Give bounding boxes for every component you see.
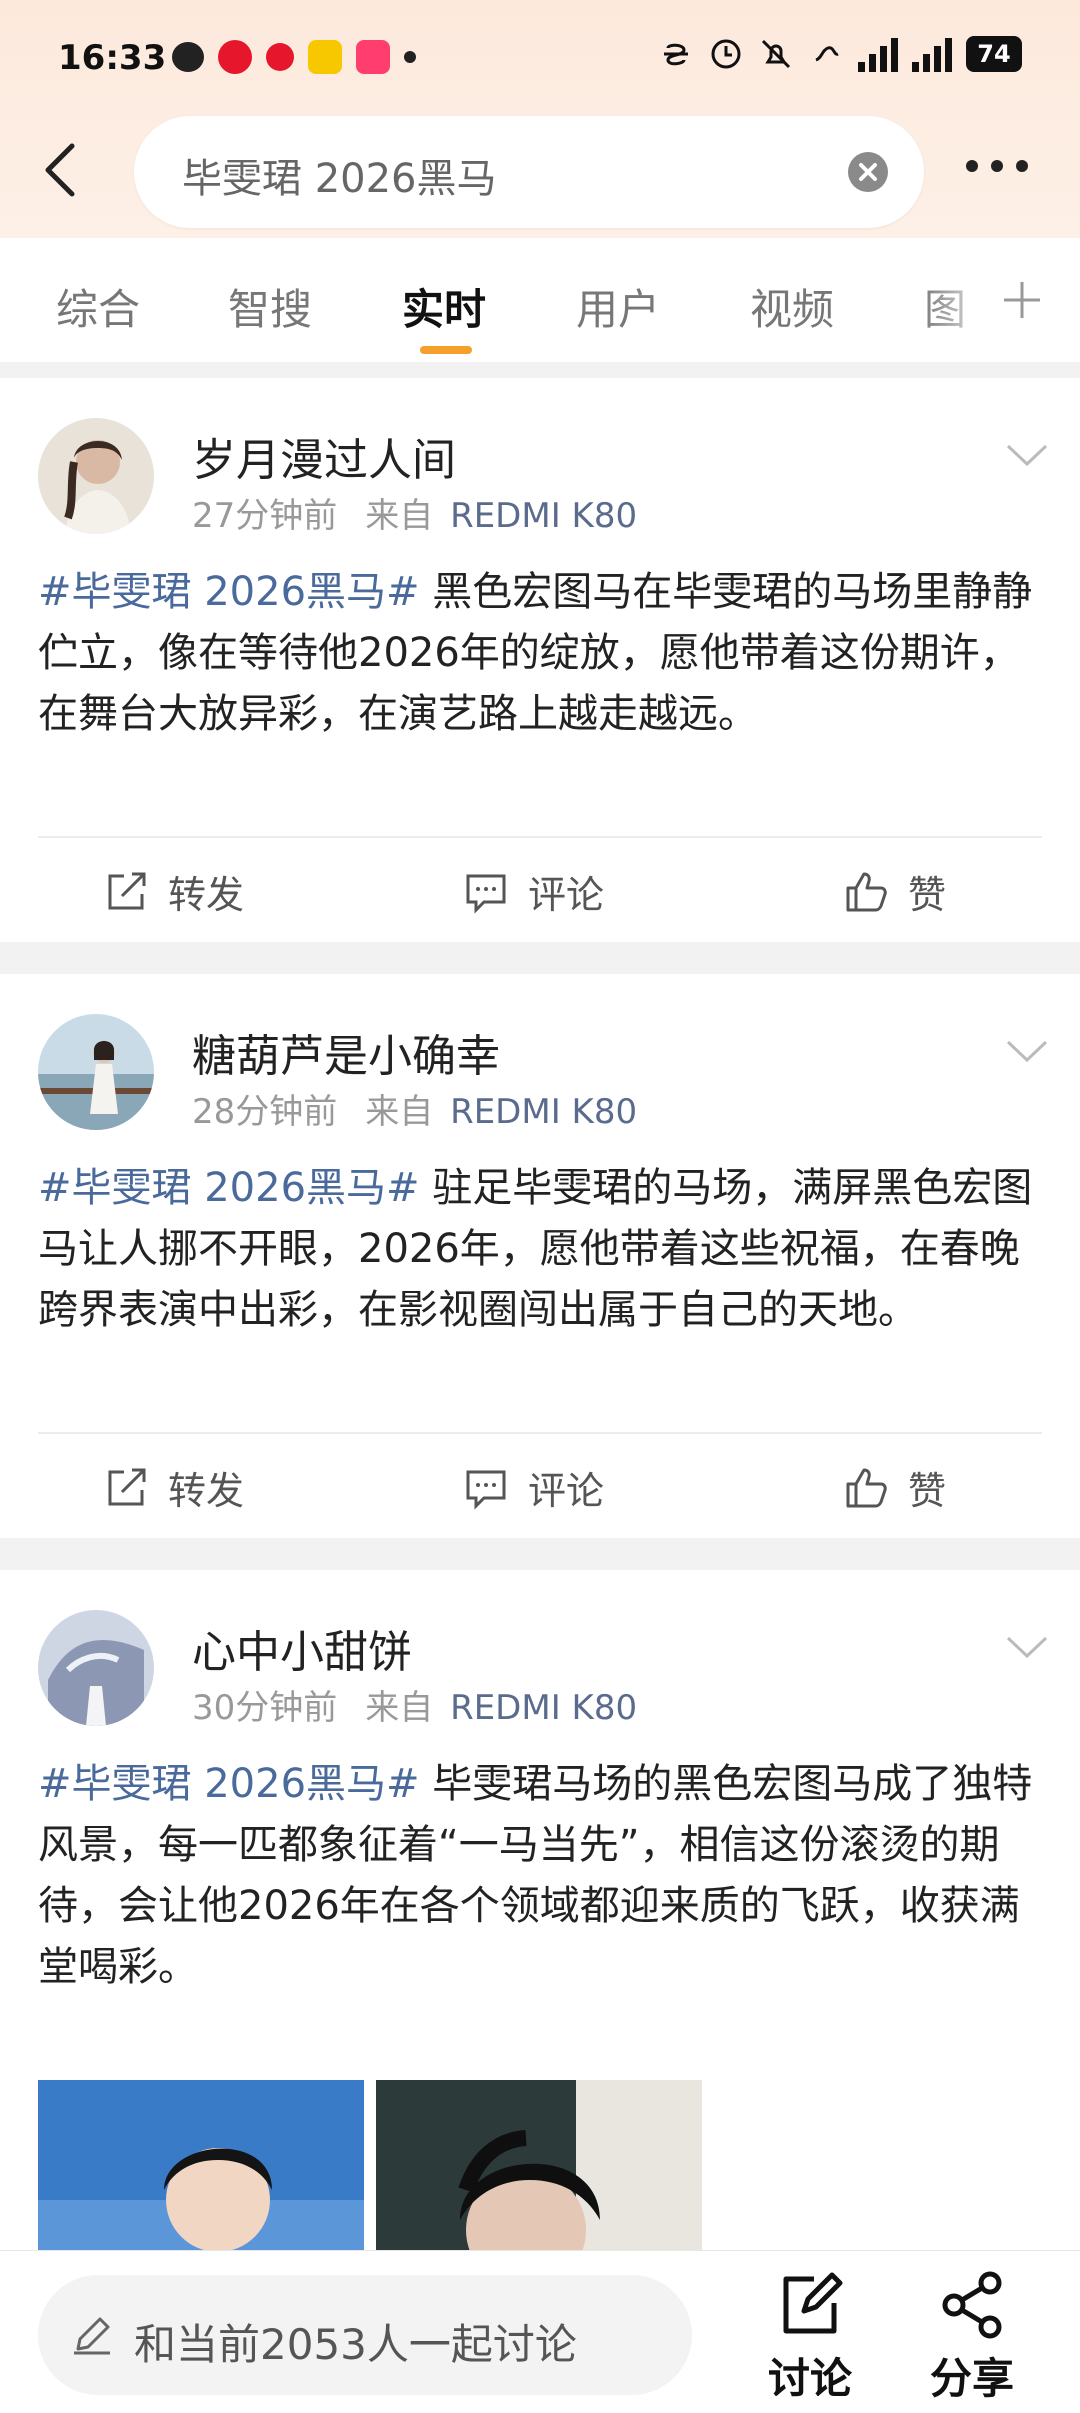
comment-button[interactable]: 评论 [464, 864, 604, 919]
share-icon [942, 2271, 1002, 2339]
divider [38, 836, 1042, 838]
post-username[interactable]: 糖葫芦是小确幸 [192, 1020, 500, 1084]
post-content: #毕雯珺 2026黑马# 毕雯珺马场的黑色宏图马成了独特风景，每一匹都象征着“一… [38, 1754, 1042, 1998]
bottom-bar: 和当前2053人一起讨论 讨论 分享 [0, 2250, 1080, 2413]
post-card[interactable]: 心中小甜饼 30分钟前 来自 REDMI K80 #毕雯珺 2026黑马# 毕雯珺… [0, 1570, 1080, 2320]
post-card[interactable]: 糖葫芦是小确幸 28分钟前 来自 REDMI K80 #毕雯珺 2026黑马# 驻… [0, 974, 1080, 1538]
post-hashtag[interactable]: #毕雯珺 2026黑马# [38, 1761, 420, 1807]
app-notification-icon [356, 40, 390, 74]
header: 16:33 74 毕雯珺 2026黑马 [0, 0, 1080, 238]
avatar[interactable] [38, 1610, 154, 1726]
tab-users[interactable]: 用户 [576, 276, 660, 337]
search-tabs: 综合 智搜 实时 用户 视频 图 [0, 238, 1080, 362]
alarm-icon [711, 39, 741, 69]
notification-icons [172, 40, 416, 74]
tab-videos[interactable]: 视频 [750, 276, 834, 337]
post-source-label: 来自 [365, 496, 434, 536]
post-hashtag[interactable]: #毕雯珺 2026黑马# [38, 569, 420, 615]
repost-button[interactable]: 转发 [104, 864, 244, 919]
post-meta: 27分钟前 来自 REDMI K80 [192, 488, 637, 537]
battery-indicator: 74 [966, 36, 1022, 72]
status-time: 16:33 [58, 38, 167, 78]
back-arrow-icon[interactable] [40, 140, 80, 200]
post-content: #毕雯珺 2026黑马# 驻足毕雯珺的马场，满屏黑色宏图马让人挪不开眼，2026… [38, 1158, 1042, 1341]
data-saver-icon [664, 43, 688, 66]
comment-button[interactable]: 评论 [464, 1460, 604, 1515]
share-button[interactable]: 分享 [912, 2269, 1032, 2406]
divider [38, 1432, 1042, 1434]
discuss-placeholder: 和当前2053人一起讨论 [134, 2320, 577, 2369]
tab-fade [920, 238, 1000, 362]
comment-label: 评论 [528, 873, 605, 917]
thumbs-up-icon [846, 872, 887, 911]
comment-label: 评论 [528, 1469, 605, 1513]
post-source[interactable]: REDMI K80 [450, 1688, 637, 1728]
chevron-down-icon[interactable] [1004, 1036, 1050, 1066]
search-input[interactable]: 毕雯珺 2026黑马 [134, 116, 924, 228]
like-button[interactable]: 赞 [844, 864, 946, 919]
repost-button[interactable]: 转发 [104, 1460, 244, 1515]
search-query: 毕雯珺 2026黑马 [182, 156, 497, 202]
status-bar: 16:33 74 [0, 0, 1080, 120]
repost-icon [108, 1468, 146, 1505]
discuss-button[interactable]: 讨论 [750, 2269, 870, 2406]
post-source-label: 来自 [365, 1688, 434, 1728]
like-label: 赞 [908, 873, 947, 917]
tab-comprehensive[interactable]: 综合 [56, 276, 140, 337]
avatar[interactable] [38, 418, 154, 534]
app-notification-icon [308, 40, 342, 74]
mute-icon [761, 39, 791, 69]
discuss-label: 讨论 [767, 2354, 852, 2403]
post-hashtag[interactable]: #毕雯珺 2026黑马# [38, 1165, 420, 1211]
like-button[interactable]: 赞 [844, 1460, 946, 1515]
post-meta: 30分钟前 来自 REDMI K80 [192, 1680, 637, 1729]
clear-icon[interactable] [846, 150, 890, 194]
post-time: 27分钟前 [192, 496, 338, 536]
post-meta: 28分钟前 来自 REDMI K80 [192, 1084, 637, 1133]
signal-icon [912, 36, 952, 72]
tab-smart-search[interactable]: 智搜 [228, 276, 312, 337]
repost-label: 转发 [168, 873, 245, 917]
repost-label: 转发 [168, 1469, 245, 1513]
wechat-icon [172, 42, 204, 72]
post-time: 30分钟前 [192, 1688, 338, 1728]
share-label: 分享 [929, 2354, 1014, 2403]
avatar[interactable] [38, 1014, 154, 1130]
active-tab-indicator [420, 346, 472, 354]
tab-realtime[interactable]: 实时 [402, 276, 486, 337]
post-username[interactable]: 心中小甜饼 [192, 1616, 412, 1680]
chevron-down-icon[interactable] [1004, 440, 1050, 470]
post-username[interactable]: 岁月漫过人间 [192, 424, 456, 488]
more-notifications-dot [404, 51, 416, 63]
pencil-icon [74, 2317, 110, 2355]
post-source[interactable]: REDMI K80 [450, 1092, 637, 1132]
post-source-label: 来自 [365, 1092, 434, 1132]
edit-icon [783, 2272, 843, 2334]
more-options-icon[interactable] [962, 156, 1032, 176]
chevron-down-icon[interactable] [1004, 1632, 1050, 1662]
post-card[interactable]: 岁月漫过人间 27分钟前 来自 REDMI K80 #毕雯珺 2026黑马# 黑色… [0, 378, 1080, 942]
post-time: 28分钟前 [192, 1092, 338, 1132]
system-icons: 74 [658, 36, 1022, 72]
discuss-input[interactable]: 和当前2053人一起讨论 [38, 2275, 692, 2395]
add-tab-icon[interactable] [1000, 278, 1044, 322]
weibo-lite-icon [266, 43, 294, 71]
post-source[interactable]: REDMI K80 [450, 496, 637, 536]
post-content: #毕雯珺 2026黑马# 黑色宏图马在毕雯珺的马场里静静伫立，像在等待他2026… [38, 562, 1042, 745]
comment-icon [466, 874, 506, 914]
thumbs-up-icon [846, 1468, 887, 1507]
nfc-icon [815, 46, 839, 62]
weibo-icon [218, 40, 252, 74]
repost-icon [108, 872, 146, 909]
comment-icon [466, 1470, 506, 1510]
signal-icon [858, 36, 898, 72]
like-label: 赞 [908, 1469, 947, 1513]
